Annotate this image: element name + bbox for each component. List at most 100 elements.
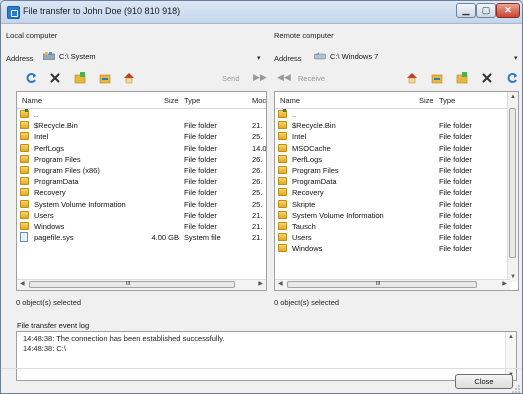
folder-icon <box>278 121 287 130</box>
remote-refresh-icon[interactable] <box>506 72 518 84</box>
local-hscroll-thumb[interactable]: III <box>29 281 235 288</box>
folder-icon <box>278 233 287 242</box>
main-content: Local computer Address C:\ System ▾ Send… <box>1 24 522 393</box>
maximize-button[interactable]: ▢ <box>476 3 496 18</box>
cell-name: Windows <box>34 222 65 231</box>
remote-horizontal-scrollbar[interactable]: ◀ III ▶ <box>275 279 510 290</box>
list-item[interactable]: Recovery File folder 25. <box>17 187 266 198</box>
list-item[interactable]: pagefile.sys 4.00 GB System file 21. <box>17 232 266 243</box>
scroll-up-icon[interactable]: ▲ <box>508 334 514 340</box>
receive-arrow-icon[interactable]: ◀◀ <box>277 72 291 83</box>
remote-delete-icon[interactable] <box>481 72 493 84</box>
list-item[interactable]: Windows File folder <box>275 243 518 254</box>
cell-type: File folder <box>439 143 472 153</box>
list-item[interactable]: System Volume Information File folder <box>275 210 518 221</box>
log-line: 14:48:38: C:\ <box>23 344 66 353</box>
remote-address-label: Address <box>274 54 302 63</box>
list-item[interactable]: PerfLogs File folder 14.0 <box>17 143 266 154</box>
title-bar[interactable]: File transfer to John Doe (910 810 918) … <box>1 1 522 24</box>
cell-type: File folder <box>184 199 217 209</box>
list-item[interactable]: Skripte File folder <box>275 199 518 210</box>
remote-rename-folder-icon[interactable] <box>431 72 443 84</box>
list-item[interactable]: ProgramData File folder <box>275 176 518 187</box>
remote-address-dropdown-icon[interactable]: ▾ <box>514 54 518 62</box>
remote-address-combo[interactable]: C:\ Windows 7 <box>312 49 516 64</box>
list-item[interactable]: PerfLogs File folder <box>275 154 518 165</box>
cell-type: System file <box>184 233 221 243</box>
resize-grip-icon[interactable] <box>512 385 520 393</box>
local-col-modified[interactable]: Moc <box>252 96 266 105</box>
event-log-label: File transfer event log <box>17 321 90 330</box>
cell-name: System Volume Information <box>292 210 384 220</box>
cell-type: File folder <box>184 222 217 231</box>
remote-col-type[interactable]: Type <box>439 96 455 105</box>
local-col-name[interactable]: Name <box>22 96 42 105</box>
cell-modified: 21. <box>252 121 263 131</box>
scroll-down-icon[interactable]: ▼ <box>510 274 516 280</box>
local-address-combo[interactable]: C:\ System <box>41 49 265 64</box>
list-item[interactable]: .. <box>17 109 266 120</box>
cell-name: $Recycle.Bin <box>34 121 78 131</box>
remote-file-list[interactable]: Name Size Type .. $Recycle.Bin File folder… <box>274 91 519 291</box>
cell-type: File folder <box>184 210 217 220</box>
list-item[interactable]: Tausch File folder <box>275 221 518 232</box>
local-rename-folder-icon[interactable] <box>99 72 111 84</box>
remote-vscroll-thumb[interactable] <box>509 108 516 258</box>
remote-home-icon[interactable] <box>406 72 418 84</box>
local-address-label: Address <box>6 54 34 63</box>
list-item[interactable]: Program Files File folder 26. <box>17 154 266 165</box>
local-delete-icon[interactable] <box>49 72 61 84</box>
list-item[interactable]: Program Files File folder <box>275 165 518 176</box>
list-item[interactable]: $Recycle.Bin File folder <box>275 120 518 131</box>
local-refresh-icon[interactable] <box>25 72 37 84</box>
cell-name: Windows <box>292 244 323 254</box>
cell-name: Intel <box>34 132 49 142</box>
list-item[interactable]: Recovery File folder <box>275 187 518 198</box>
folder-icon <box>20 199 29 208</box>
remote-col-name[interactable]: Name <box>280 96 300 105</box>
list-item[interactable]: System Volume Information File folder 25. <box>17 199 266 210</box>
remote-hscroll-thumb[interactable]: III <box>287 281 477 288</box>
close-button[interactable]: Close <box>455 374 513 389</box>
scroll-right-icon[interactable]: ▶ <box>258 280 263 287</box>
cell-type: File folder <box>184 121 217 131</box>
scroll-right-icon[interactable]: ▶ <box>502 280 507 287</box>
folder-icon <box>20 222 29 230</box>
scroll-left-icon[interactable]: ◀ <box>278 280 283 287</box>
cell-type: File folder <box>439 199 472 209</box>
list-item[interactable]: .. <box>275 109 518 120</box>
send-button-label[interactable]: Send <box>222 74 240 83</box>
receive-button-label[interactable]: Receive <box>298 74 325 83</box>
send-arrow-icon[interactable]: ▶▶ <box>253 72 267 83</box>
local-home-icon[interactable] <box>123 72 135 84</box>
close-window-button[interactable]: ✕ <box>496 3 520 18</box>
folder-icon <box>278 244 287 253</box>
list-item[interactable]: $Recycle.Bin File folder 21. <box>17 120 266 131</box>
cell-name: ProgramData <box>292 177 337 187</box>
list-item[interactable]: Program Files (x86) File folder 26. <box>17 165 266 176</box>
scroll-left-icon[interactable]: ◀ <box>20 280 25 287</box>
list-item[interactable]: Users File folder 21. <box>17 210 266 221</box>
local-col-size[interactable]: Size <box>164 96 179 105</box>
cell-type: File folder <box>439 222 472 231</box>
cell-name: $Recycle.Bin <box>292 121 336 131</box>
local-horizontal-scrollbar[interactable]: ◀ III ▶ <box>17 279 266 290</box>
remote-col-size[interactable]: Size <box>419 96 434 105</box>
local-col-type[interactable]: Type <box>184 96 200 105</box>
remote-vertical-scrollbar[interactable]: ▲ ▼ <box>507 92 518 282</box>
list-item[interactable]: Intel File folder <box>275 131 518 142</box>
local-file-list[interactable]: Name Size Type Moc .. $Recycle.Bin File fo… <box>16 91 267 291</box>
remote-new-folder-icon[interactable] <box>456 72 468 84</box>
list-item[interactable]: Users File folder <box>275 232 518 243</box>
cell-modified: 21. <box>252 233 263 243</box>
folder-icon <box>278 177 287 186</box>
list-item[interactable]: Windows File folder 21. <box>17 221 266 232</box>
list-item[interactable]: ProgramData File folder 26. <box>17 176 266 187</box>
minimize-button[interactable]: ▁ <box>456 3 476 18</box>
scroll-up-icon[interactable]: ▲ <box>510 94 516 100</box>
local-address-dropdown-icon[interactable]: ▾ <box>257 54 261 62</box>
list-item[interactable]: Intel File folder 25. <box>17 131 266 142</box>
local-new-folder-icon[interactable] <box>74 72 86 84</box>
folder-icon <box>278 199 287 208</box>
list-item[interactable]: MSOCache File folder <box>275 143 518 154</box>
